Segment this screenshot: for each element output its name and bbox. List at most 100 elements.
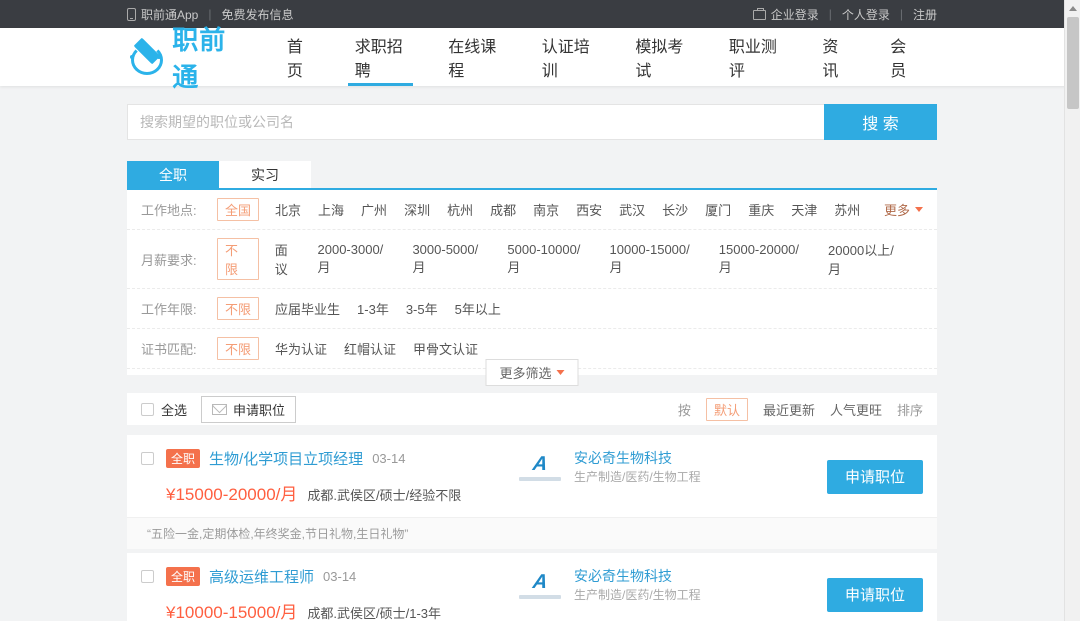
filter-option[interactable]: 西安 (576, 200, 602, 219)
filter-option[interactable]: 3-5年 (406, 299, 438, 318)
job-title-link[interactable]: 生物/化学项目立项经理 (209, 448, 363, 469)
phone-icon (127, 8, 136, 21)
filter-option[interactable]: 广州 (361, 200, 387, 219)
caret-down-icon (915, 207, 923, 212)
filter-option[interactable]: 苏州 (834, 200, 860, 219)
envelope-icon (212, 404, 227, 415)
tab-full-time[interactable]: 全职 (127, 161, 219, 188)
scroll-up-arrow-icon[interactable] (1065, 0, 1080, 16)
job-select-checkbox[interactable] (141, 452, 154, 465)
filter-option[interactable]: 深圳 (404, 200, 430, 219)
filter-option[interactable]: 天津 (791, 200, 817, 219)
filter-option[interactable]: 20000以上/月 (828, 240, 906, 278)
select-all-checkbox[interactable] (141, 403, 154, 416)
filter-label: 工作年限: (141, 299, 217, 318)
filter-option[interactable]: 甲骨文认证 (413, 339, 478, 358)
search-input[interactable] (127, 104, 824, 140)
nav-mock-exams[interactable]: 模拟考试 (614, 28, 708, 86)
filter-option[interactable]: 面议 (275, 240, 301, 278)
job-date: 03-14 (323, 569, 356, 584)
search-bar: 搜 索 (127, 104, 937, 140)
filter-option[interactable]: 5000-10000/月 (507, 242, 592, 276)
filter-row-experience: 工作年限: 不限 应届毕业生 1-3年 3-5年 5年以上 (127, 289, 937, 329)
logo-text: 职前通 (172, 20, 244, 94)
vertical-scrollbar[interactable] (1064, 0, 1080, 621)
select-all-label: 全选 (161, 400, 187, 419)
register-link[interactable]: 注册 (913, 6, 937, 23)
search-button[interactable]: 搜 索 (824, 104, 937, 140)
nav-online-courses[interactable]: 在线课程 (427, 28, 521, 86)
nav-career-assessment[interactable]: 职业测评 (708, 28, 802, 86)
filter-selected-chip[interactable]: 不限 (217, 337, 259, 360)
personal-login-link[interactable]: 个人登录 (842, 6, 890, 23)
filter-option[interactable]: 成都 (490, 200, 516, 219)
more-locations-label: 更多 (884, 200, 910, 219)
filter-option[interactable]: 红帽认证 (344, 339, 396, 358)
job-meta: 成都.武侯区/硕士/1-3年 (307, 603, 441, 621)
apply-job-button[interactable]: 申请职位 (827, 578, 923, 612)
nav-certification-training[interactable]: 认证培训 (521, 28, 615, 86)
company-logo: A (518, 454, 562, 481)
filter-selected-chip[interactable]: 不限 (217, 238, 259, 280)
sort-recent-option[interactable]: 最近更新 (763, 400, 815, 419)
filter-option[interactable]: 厦门 (705, 200, 731, 219)
filter-option[interactable]: 杭州 (447, 200, 473, 219)
more-filters-button[interactable]: 更多筛选 (485, 359, 578, 386)
site-logo[interactable]: 职前通 (127, 20, 244, 94)
tab-internship[interactable]: 实习 (219, 161, 311, 188)
filter-option[interactable]: 上海 (318, 200, 344, 219)
divider: | (829, 7, 832, 21)
company-block: A 安必奇生物科技 生产制造/医药/生物工程 (518, 448, 798, 486)
job-list: 全职 生物/化学项目立项经理 03-14 ¥15000-20000/月 成都.武… (127, 435, 937, 621)
sort-suffix-label: 排序 (897, 400, 923, 419)
sort-default-chip[interactable]: 默认 (706, 398, 748, 421)
nav-news[interactable]: 资讯 (801, 28, 869, 86)
job-date: 03-14 (372, 451, 405, 466)
job-title-link[interactable]: 高级运维工程师 (209, 566, 314, 587)
apply-selected-label: 申请职位 (233, 400, 285, 419)
filter-option[interactable]: 南京 (533, 200, 559, 219)
filter-label: 工作地点: (141, 200, 217, 219)
company-industry: 生产制造/医药/生物工程 (574, 470, 701, 484)
company-login-link[interactable]: 企业登录 (753, 6, 819, 23)
caret-down-icon (557, 370, 565, 375)
filter-option[interactable]: 2000-3000/月 (318, 242, 396, 276)
filter-option[interactable]: 武汉 (619, 200, 645, 219)
more-filters-label: 更多筛选 (499, 363, 551, 382)
company-name-link[interactable]: 安必奇生物科技 (574, 448, 701, 468)
filter-option[interactable]: 长沙 (662, 200, 688, 219)
filter-row-salary: 月薪要求: 不限 面议 2000-3000/月 3000-5000/月 5000… (127, 230, 937, 289)
filter-option[interactable]: 北京 (275, 200, 301, 219)
filter-selected-chip[interactable]: 全国 (217, 198, 259, 221)
filter-label: 证书匹配: (141, 339, 217, 358)
main-header: 职前通 首页 求职招聘 在线课程 认证培训 模拟考试 职业测评 资讯 会员 (0, 28, 1080, 86)
filter-option[interactable]: 10000-15000/月 (610, 242, 702, 276)
job-type-tabs: 全职 实习 (127, 161, 937, 190)
filter-option[interactable]: 15000-20000/月 (719, 242, 811, 276)
apply-selected-button[interactable]: 申请职位 (201, 396, 296, 423)
filter-selected-chip[interactable]: 不限 (217, 297, 259, 320)
more-locations-button[interactable]: 更多 (884, 200, 923, 219)
company-industry: 生产制造/医药/生物工程 (574, 588, 701, 602)
filter-option[interactable]: 3000-5000/月 (412, 242, 490, 276)
filter-option[interactable]: 重庆 (748, 200, 774, 219)
job-meta: 成都.武侯区/硕士/经验不限 (307, 485, 461, 504)
job-select-checkbox[interactable] (141, 570, 154, 583)
personal-login-label: 个人登录 (842, 6, 890, 23)
apply-job-button[interactable]: 申请职位 (827, 460, 923, 494)
company-name-link[interactable]: 安必奇生物科技 (574, 566, 701, 586)
main-nav: 首页 求职招聘 在线课程 认证培训 模拟考试 职业测评 资讯 会员 (266, 28, 937, 86)
filter-option[interactable]: 华为认证 (275, 339, 327, 358)
scrollbar-thumb[interactable] (1067, 17, 1079, 109)
sort-prefix-label: 按 (678, 400, 691, 419)
sort-popular-option[interactable]: 人气更旺 (830, 400, 882, 419)
nav-home[interactable]: 首页 (266, 28, 334, 86)
filter-option[interactable]: 5年以上 (455, 299, 501, 318)
filter-option[interactable]: 1-3年 (357, 299, 389, 318)
filter-option[interactable]: 应届毕业生 (275, 299, 340, 318)
filter-row-location: 工作地点: 全国 北京 上海 广州 深圳 杭州 成都 南京 西安 武汉 长沙 厦… (127, 190, 937, 230)
briefcase-icon (753, 10, 766, 20)
divider: | (900, 7, 903, 21)
nav-job-recruitment[interactable]: 求职招聘 (334, 28, 428, 86)
nav-membership[interactable]: 会员 (869, 28, 937, 86)
